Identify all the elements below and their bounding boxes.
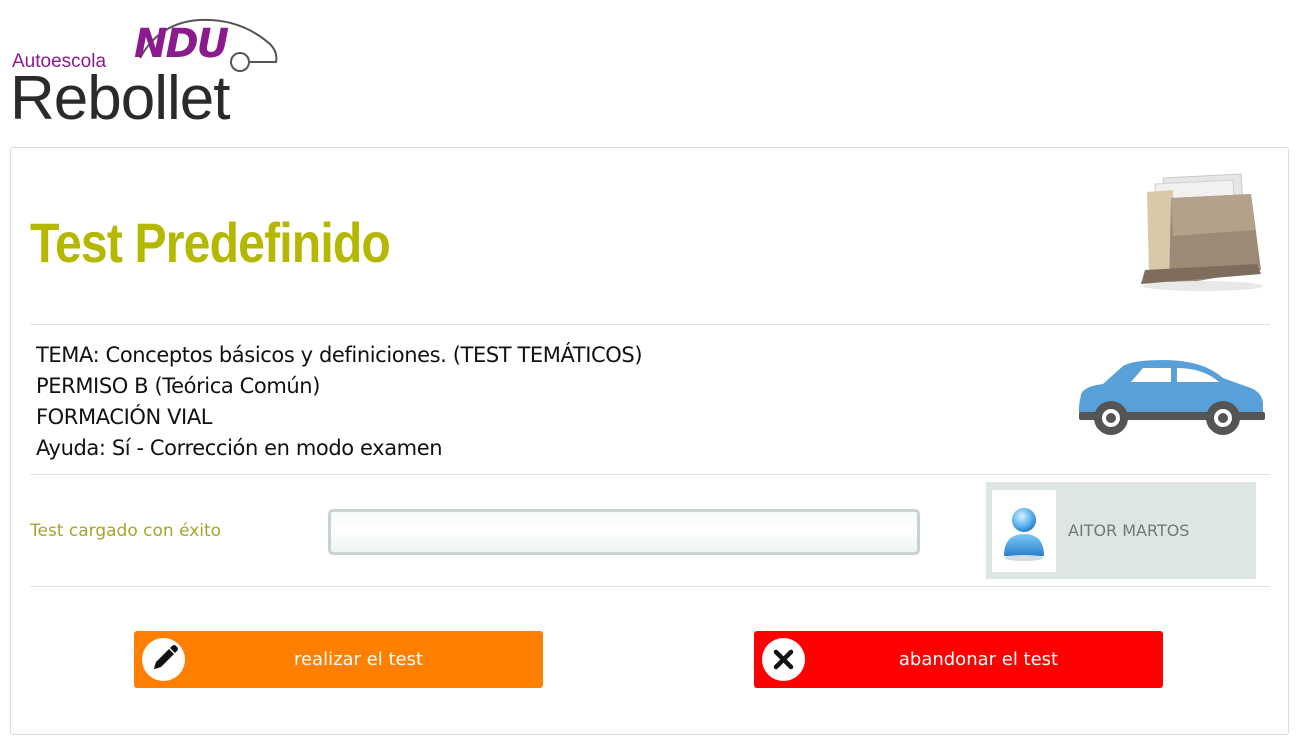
info-tema: TEMA: Conceptos básicos y definiciones. …	[36, 343, 643, 367]
logo-brand-mark: NDU	[134, 21, 229, 67]
avatar	[992, 490, 1056, 572]
abandon-test-label: abandonar el test	[898, 649, 1059, 670]
page-title: Test Predefinido	[30, 211, 391, 274]
folder-icon	[1141, 173, 1263, 291]
start-test-button[interactable]: realizar el test	[134, 631, 543, 688]
divider	[30, 324, 1270, 325]
status-message: Test cargado con éxito	[30, 521, 222, 541]
logo-rebollet-text: Rebollet	[10, 64, 230, 133]
divider	[30, 586, 1270, 587]
user-avatar-icon	[1004, 508, 1044, 561]
start-test-label: realizar el test	[293, 649, 424, 670]
info-permiso: PERMISO B (Teórica Común)	[36, 374, 321, 398]
test-panel: Test Predefinido TEMA: Conceptos básicos…	[10, 147, 1289, 735]
info-formacion: FORMACIÓN VIAL	[36, 405, 213, 429]
test-info: TEMA: Conceptos básicos y definiciones. …	[36, 340, 643, 464]
divider	[30, 474, 1270, 475]
info-ayuda: Ayuda: Sí - Corrección en modo examen	[36, 436, 443, 460]
user-card: AITOR MARTOS	[986, 482, 1256, 579]
abandon-test-button[interactable]: abandonar el test	[754, 631, 1163, 688]
load-progress-bar	[328, 509, 920, 555]
car-icon	[1079, 360, 1265, 435]
autoescola-logo: NDU Autoescola Rebollet	[10, 12, 280, 133]
user-name: AITOR MARTOS	[1068, 521, 1190, 540]
